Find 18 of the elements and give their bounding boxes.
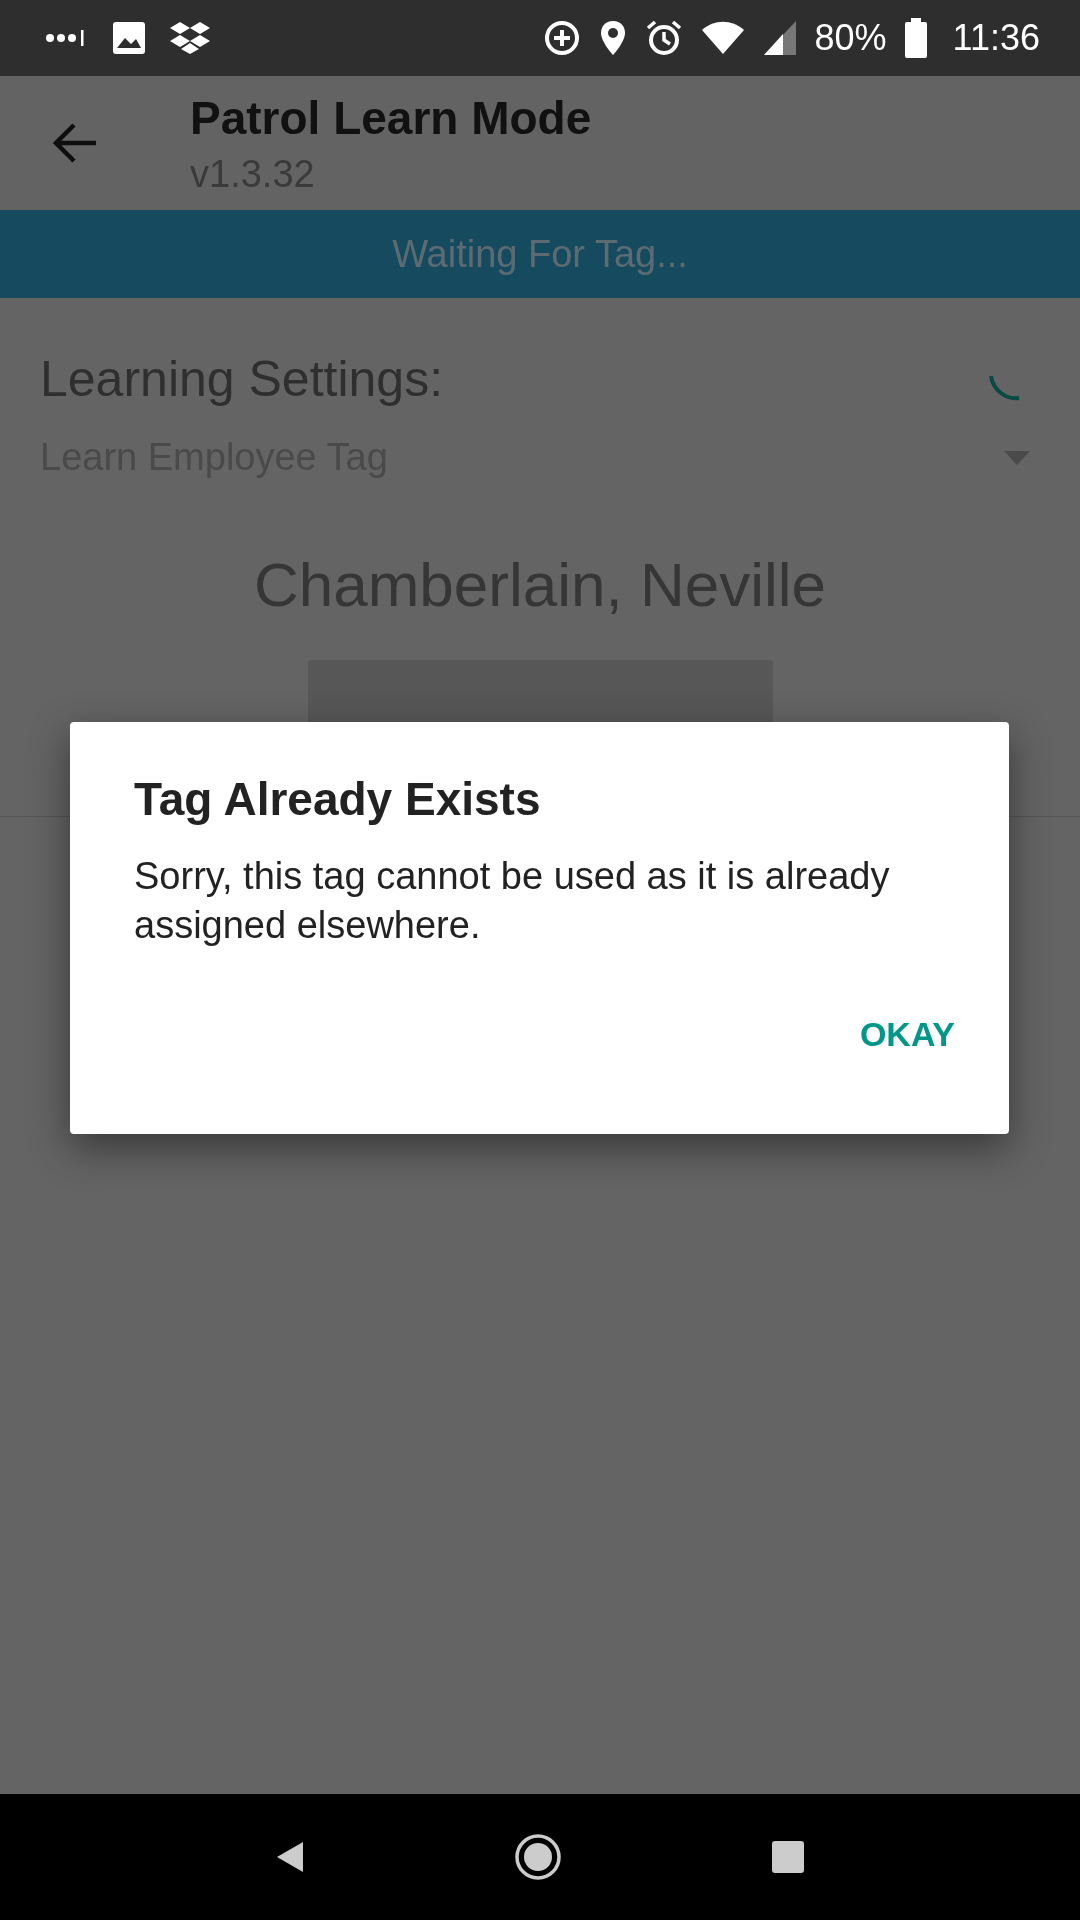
status-banner: Waiting For Tag... [0,210,1080,298]
back-arrow-icon[interactable] [52,122,98,164]
recents-square-icon[interactable] [771,1840,806,1874]
alarm-icon [644,19,683,57]
clock-time: 11:36 [952,17,1040,59]
dialog-message: Sorry, this tag cannot be used as it is already assigned elsewhere. [134,854,891,949]
loading-spinner-icon [988,373,1022,403]
home-circle-icon[interactable] [514,1833,562,1881]
image-icon [111,20,147,56]
battery-icon [904,18,927,58]
battery-percent: 80% [814,17,887,59]
app-title: Patrol Learn Mode [190,90,592,145]
dropdown-arrow-icon [1004,450,1030,465]
location-icon [598,19,627,57]
wifi-icon [700,20,745,56]
dialog-title: Tag Already Exists [134,772,542,826]
cell-signal-icon [762,20,797,56]
okay-button[interactable]: OKAY [849,1006,965,1062]
